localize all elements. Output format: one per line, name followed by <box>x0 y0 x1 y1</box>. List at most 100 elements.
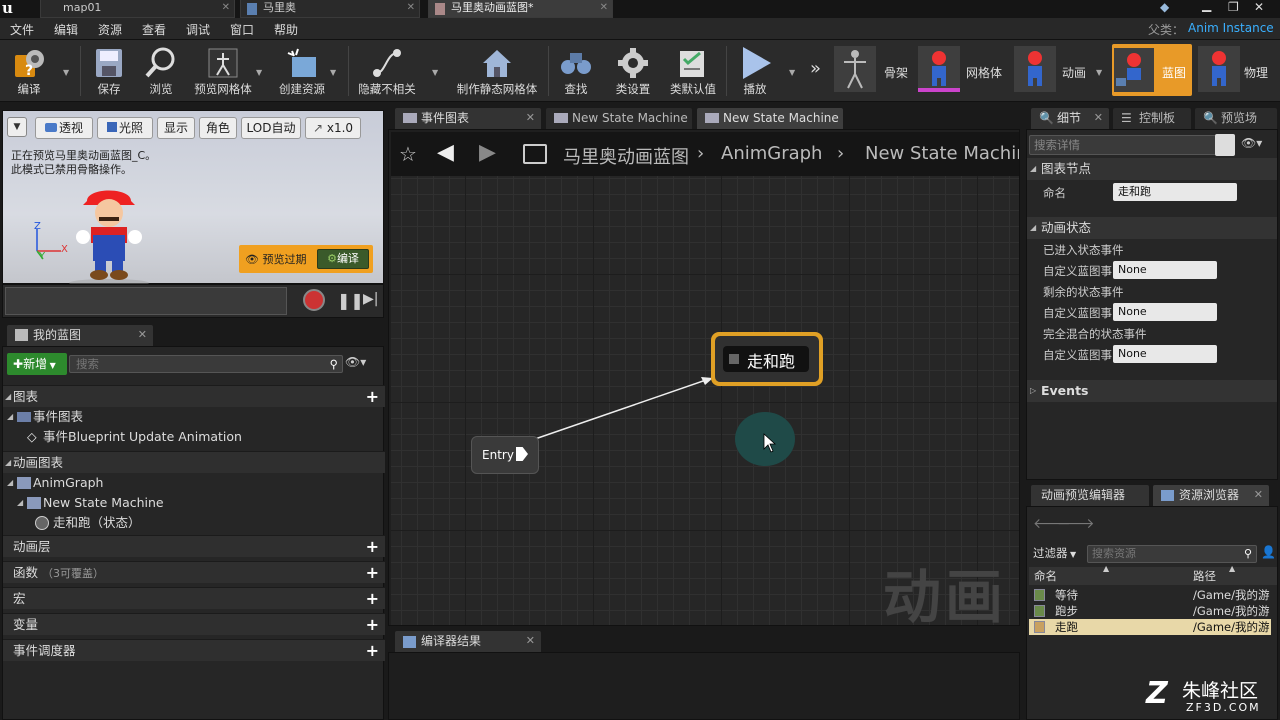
tab-event-graph[interactable]: 事件图表 ✕ <box>394 107 542 129</box>
close-icon[interactable]: ✕ <box>1094 108 1103 128</box>
back-arrow-icon[interactable]: ◀ <box>437 140 454 165</box>
section-anim-state[interactable]: ◢ 动画状态 <box>1027 217 1277 239</box>
entered-event-field[interactable]: None <box>1113 261 1217 279</box>
search-icon[interactable]: ⚲ <box>1244 546 1252 562</box>
category-variables[interactable]: 变量 + <box>3 613 385 635</box>
add-event-dispatcher-icon[interactable]: + <box>366 640 379 662</box>
restore-icon[interactable]: ❐ <box>1228 0 1239 14</box>
property-matrix-icon[interactable] <box>1215 134 1235 156</box>
details-search-input[interactable]: 搜索详情 ⚲ <box>1029 135 1235 155</box>
lod-button[interactable]: LOD自动 <box>241 117 301 139</box>
graph-canvas[interactable]: 走和跑 Entry 动画 <box>391 176 1019 631</box>
mode-skeleton[interactable]: 骨架 <box>834 44 912 96</box>
col-path-header[interactable]: 路径 <box>1193 568 1216 584</box>
step-forward-icon[interactable]: ▶| <box>363 291 378 307</box>
category-macros[interactable]: 宏 + <box>3 587 385 609</box>
compile-button[interactable]: ? 编译 <box>4 42 54 100</box>
forward-arrow-icon[interactable]: ▶ <box>479 140 496 165</box>
close-icon[interactable]: ✕ <box>526 631 535 651</box>
name-field[interactable]: 走和跑 <box>1113 183 1237 201</box>
tree-event-bp-update[interactable]: ◇ 事件Blueprint Update Animation <box>3 427 385 447</box>
category-functions[interactable]: 函数 （3可覆盖） + <box>3 561 385 583</box>
chevron-down-icon[interactable]: ▼ <box>330 68 336 77</box>
preview-viewport[interactable]: ▼ 透视 光照 显示 角色 LOD自动 ↗ x1.0 正在预览马里奥动画蓝图_C… <box>2 110 384 285</box>
exec-pin-icon[interactable] <box>516 447 528 461</box>
category-anim-layers[interactable]: 动画层 + <box>3 535 385 557</box>
browse-button[interactable]: 浏览 <box>138 42 184 100</box>
add-macro-icon[interactable]: + <box>366 588 379 610</box>
section-graph-node[interactable]: ◢ 图表节点 <box>1027 158 1277 180</box>
notification-icon[interactable]: ◆ <box>1160 0 1169 14</box>
tree-event-graph[interactable]: ◢ 事件图表 <box>3 407 385 427</box>
asset-row-run[interactable]: 跑步 /Game/我的游 <box>1029 603 1271 619</box>
entry-node[interactable]: Entry <box>471 436 539 474</box>
show-button[interactable]: 显示 <box>157 117 195 139</box>
fully-blended-event-field[interactable]: None <box>1113 345 1217 363</box>
save-button[interactable]: 保存 <box>86 42 132 100</box>
pause-icon[interactable]: ❚❚ <box>337 291 364 310</box>
tab-palette[interactable]: ☰ 控制板 <box>1112 107 1192 129</box>
close-icon[interactable]: ✕ <box>138 325 147 345</box>
breadcrumb-animgraph[interactable]: AnimGraph <box>721 143 822 164</box>
visibility-eye-icon[interactable]: 👁▾ <box>345 355 366 369</box>
add-variable-icon[interactable]: + <box>366 614 379 636</box>
close-icon[interactable]: ✕ <box>407 0 415 16</box>
menu-view[interactable]: 查看 <box>142 21 166 38</box>
menu-file[interactable]: 文件 <box>10 21 34 38</box>
blueprint-search-input[interactable]: 搜索 ⚲ <box>69 355 343 373</box>
timeline-scrubber[interactable] <box>5 287 287 315</box>
chevron-down-icon[interactable]: ▼ <box>789 68 795 77</box>
tab-compiler-results[interactable]: 编译器结果 ✕ <box>394 630 542 652</box>
asset-row-walk-run[interactable]: 走跑 /Game/我的游 <box>1029 619 1271 635</box>
tree-state[interactable]: 走和跑（状态） <box>3 513 385 533</box>
close-icon[interactable]: ✕ <box>222 0 230 16</box>
menu-debug[interactable]: 调试 <box>186 21 210 38</box>
chevron-down-icon[interactable]: ▼ <box>1096 68 1102 77</box>
lit-button[interactable]: 光照 <box>97 117 153 139</box>
make-static-mesh-button[interactable]: 制作静态网格体 <box>452 42 542 100</box>
category-graphs[interactable]: ◢ 图表 + <box>3 385 385 407</box>
tab-state-machine-1[interactable]: New State Machine <box>545 107 693 129</box>
breadcrumb-state-machine[interactable]: New State Machine <box>865 143 1019 164</box>
forward-arrow-icon[interactable]: 🡒 <box>1057 515 1095 532</box>
minimize-icon[interactable]: ▁ <box>1202 0 1211 12</box>
new-button[interactable]: ✚新增 ▼ <box>7 353 67 375</box>
record-icon[interactable] <box>303 289 325 311</box>
chevron-down-icon[interactable]: ▼ <box>256 68 262 77</box>
close-icon[interactable]: ✕ <box>1254 485 1263 505</box>
viewport-options-dropdown[interactable]: ▼ <box>7 117 27 137</box>
character-button[interactable]: 角色 <box>199 117 237 139</box>
mode-mesh[interactable]: 网格体 <box>918 44 1008 96</box>
add-function-icon[interactable]: + <box>366 562 379 584</box>
tab-state-machine-2[interactable]: New State Machine <box>696 107 844 129</box>
filter-dropdown[interactable]: 过滤器 ▼ <box>1033 545 1076 561</box>
speed-button[interactable]: ↗ x1.0 <box>305 117 361 139</box>
user-icon[interactable]: 👤 <box>1261 545 1276 559</box>
create-asset-button[interactable]: 创建资源 <box>272 42 332 100</box>
tree-anim-graph[interactable]: ◢ AnimGraph <box>3 473 385 493</box>
mode-animation[interactable]: 动画 ▼ <box>1014 44 1108 96</box>
menu-help[interactable]: 帮助 <box>274 21 298 38</box>
chevron-down-icon[interactable]: ▼ <box>63 68 69 77</box>
class-defaults-button[interactable]: 类默认值 <box>664 42 722 100</box>
menu-asset[interactable]: 资源 <box>98 21 122 38</box>
class-settings-button[interactable]: 类设置 <box>610 42 656 100</box>
tab-details[interactable]: 🔍 细节 ✕ <box>1030 107 1110 129</box>
doc-tab-map01[interactable]: map01 ✕ <box>40 0 235 18</box>
add-anim-layer-icon[interactable]: + <box>366 536 379 558</box>
state-node-walk-run[interactable]: 走和跑 <box>711 332 823 386</box>
hide-unrelated-button[interactable]: 隐藏不相关 <box>352 42 422 100</box>
parent-class-link[interactable]: Anim Instance <box>1188 21 1274 35</box>
close-icon[interactable]: ✕ <box>600 0 608 16</box>
menu-edit[interactable]: 编辑 <box>54 21 78 38</box>
section-events[interactable]: ▷ Events <box>1027 380 1277 402</box>
doc-tab-anim-blueprint[interactable]: 马里奥动画蓝图* ✕ <box>428 0 613 18</box>
col-name-header[interactable]: 命名 <box>1034 568 1057 584</box>
chevron-down-icon[interactable]: ▼ <box>432 68 438 77</box>
mode-physics[interactable]: 物理 <box>1198 44 1280 96</box>
viewport-compile-button[interactable]: ⚙编译 <box>317 249 369 269</box>
find-button[interactable]: 查找 <box>554 42 598 100</box>
category-anim-graphs[interactable]: ◢ 动画图表 <box>3 451 385 473</box>
category-event-dispatchers[interactable]: 事件调度器 + <box>3 639 385 661</box>
doc-tab-mario[interactable]: 马里奥 ✕ <box>240 0 420 18</box>
